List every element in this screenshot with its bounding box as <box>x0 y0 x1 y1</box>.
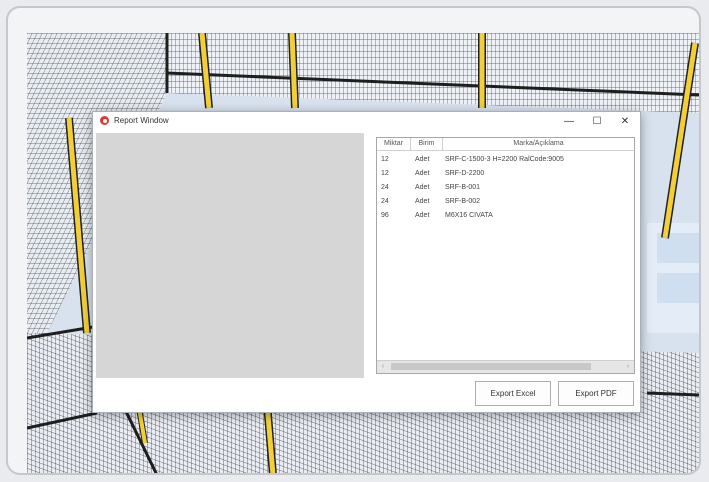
scroll-right-icon[interactable]: › <box>622 361 634 373</box>
cell-aciklama: SRF-C-1500-3 H=2200 RalCode:9005 <box>445 156 564 163</box>
materials-table[interactable]: Miktar Birim Marka/Açıklama 12 Adet SRF-… <box>376 137 635 374</box>
frame-line-right <box>646 391 699 397</box>
column-header-marka-aciklama[interactable]: Marka/Açıklama <box>443 138 634 150</box>
cell-miktar: 96 <box>381 212 389 219</box>
cell-birim: Adet <box>415 198 430 205</box>
export-excel-button[interactable]: Export Excel <box>475 381 551 406</box>
cell-aciklama: SRF-B-001 <box>445 184 481 191</box>
cell-aciklama: M6X16 CIVATA <box>445 212 493 219</box>
table-row[interactable]: 96 Adet M6X16 CIVATA <box>377 210 634 222</box>
outer-frame: Report Window — ☐ ✕ Miktar Birim Marka/A… <box>6 6 701 475</box>
cell-miktar: 24 <box>381 184 389 191</box>
cell-birim: Adet <box>415 184 430 191</box>
horizontal-scrollbar[interactable]: ‹ › <box>377 360 634 373</box>
cell-miktar: 12 <box>381 170 389 177</box>
table-header: Miktar Birim Marka/Açıklama <box>377 138 634 151</box>
export-pdf-button[interactable]: Export PDF <box>558 381 634 406</box>
close-button[interactable]: ✕ <box>611 112 639 131</box>
column-header-miktar[interactable]: Miktar <box>377 138 411 150</box>
cell-birim: Adet <box>415 170 430 177</box>
report-preview-pane <box>96 133 364 378</box>
minimize-button[interactable]: — <box>555 112 583 131</box>
table-row[interactable]: 12 Adet SRF-D-2200 <box>377 168 634 180</box>
cell-birim: Adet <box>415 212 430 219</box>
cell-miktar: 12 <box>381 156 389 163</box>
scrollbar-thumb[interactable] <box>391 363 591 370</box>
column-header-birim[interactable]: Birim <box>411 138 443 150</box>
scroll-left-icon[interactable]: ‹ <box>377 361 389 373</box>
cell-miktar: 24 <box>381 198 389 205</box>
maximize-button[interactable]: ☐ <box>583 112 611 131</box>
cell-aciklama: SRF-D-2200 <box>445 170 485 177</box>
table-row[interactable]: 24 Adet SRF-B-001 <box>377 182 634 194</box>
table-row[interactable]: 24 Adet SRF-B-002 <box>377 196 634 208</box>
app-icon <box>100 116 109 125</box>
table-row[interactable]: 12 Adet SRF-C-1500-3 H=2200 RalCode:9005 <box>377 154 634 166</box>
window-title: Report Window <box>114 116 169 125</box>
cell-birim: Adet <box>415 156 430 163</box>
cell-aciklama: SRF-B-002 <box>445 198 481 205</box>
report-window: Report Window — ☐ ✕ Miktar Birim Marka/A… <box>92 111 641 413</box>
titlebar[interactable]: Report Window — ☐ ✕ <box>93 112 640 131</box>
yellow-post-2 <box>289 33 298 109</box>
right-highlight-b <box>657 273 699 303</box>
